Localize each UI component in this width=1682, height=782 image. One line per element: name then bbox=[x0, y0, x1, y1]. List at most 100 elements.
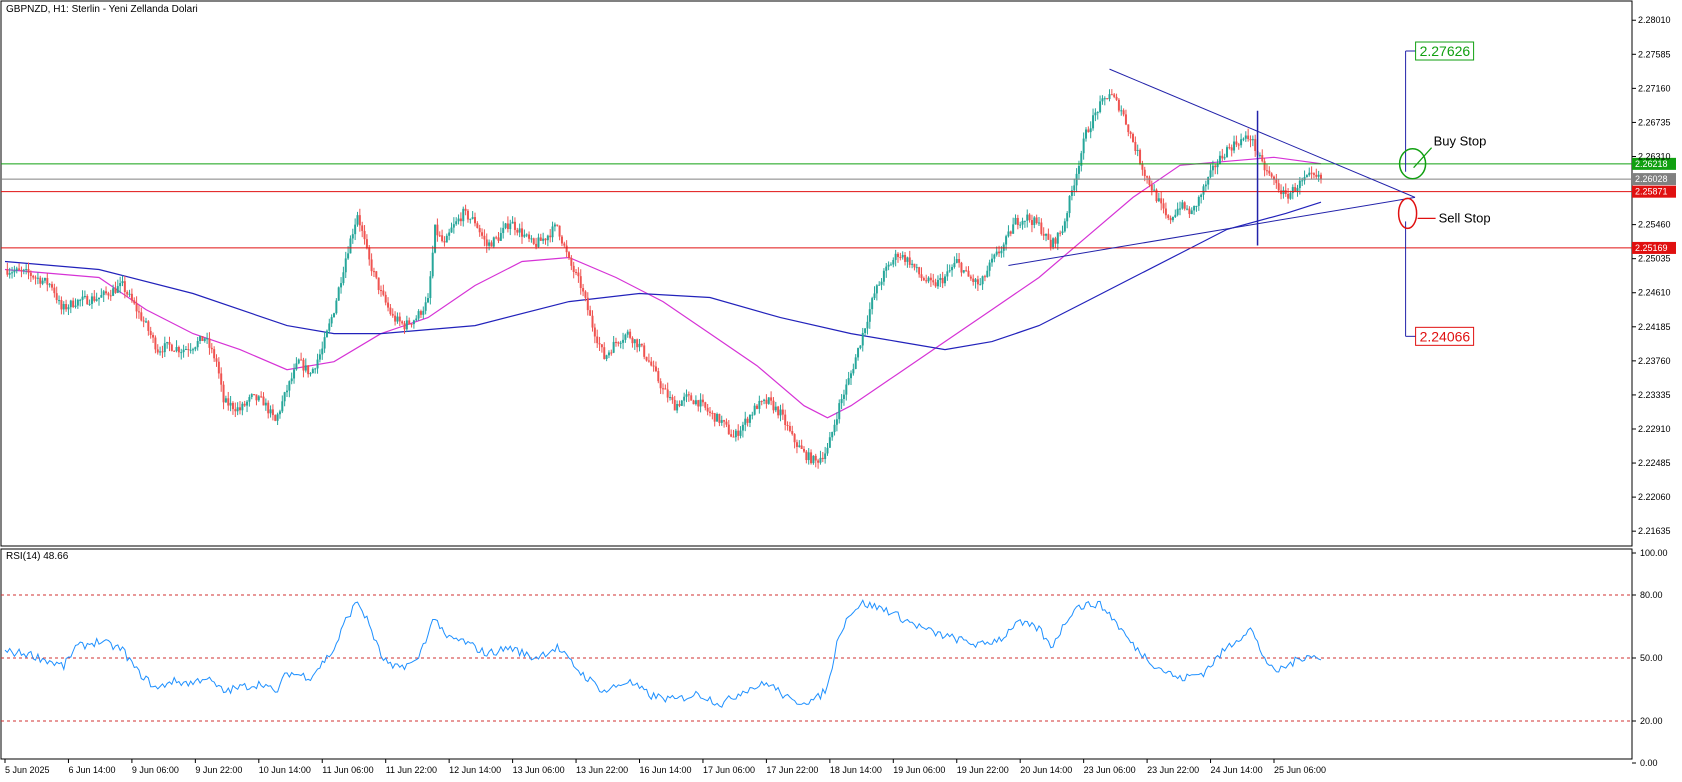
candle-body bbox=[309, 373, 312, 375]
candle-body bbox=[1268, 170, 1271, 174]
candle-body bbox=[152, 335, 155, 338]
candle-body bbox=[234, 409, 237, 412]
candle-body bbox=[1258, 155, 1261, 157]
candle-body bbox=[659, 381, 662, 389]
candle-body bbox=[1016, 217, 1019, 226]
rsi-tick-label: 50.00 bbox=[1640, 653, 1663, 663]
candle-body bbox=[485, 239, 488, 246]
candle-body bbox=[25, 269, 28, 271]
chart-window[interactable]: 2.26218 2.26028 2.25871 2.25169 2.27626 2.24… bbox=[0, 0, 1682, 777]
candle-body bbox=[967, 270, 970, 277]
price-chart-svg[interactable]: 2.262182.260282.258712.25169 2.276262.24… bbox=[0, 0, 1682, 777]
candle-body bbox=[217, 361, 220, 374]
candle-body bbox=[1120, 110, 1123, 112]
candle-body bbox=[993, 254, 996, 259]
candle-body bbox=[1094, 112, 1097, 116]
candle-body bbox=[22, 269, 25, 271]
candle-body bbox=[1141, 163, 1144, 170]
candle-body bbox=[262, 396, 265, 406]
candle-body bbox=[962, 270, 965, 273]
candle-body bbox=[1280, 190, 1283, 195]
candle-body bbox=[765, 399, 768, 404]
candle-body bbox=[41, 280, 44, 284]
candle-body bbox=[1263, 161, 1266, 171]
candle-body bbox=[283, 392, 286, 402]
candle-body bbox=[934, 282, 937, 287]
candle-body bbox=[629, 331, 632, 338]
candle-body bbox=[845, 384, 848, 395]
candle-body bbox=[156, 349, 159, 353]
candle-body bbox=[311, 369, 314, 374]
candle-body bbox=[13, 270, 16, 273]
candle-body bbox=[791, 431, 794, 435]
candle-body bbox=[709, 411, 711, 413]
candle-body bbox=[105, 291, 108, 294]
candle-body bbox=[831, 431, 834, 438]
candle-body bbox=[227, 398, 230, 406]
candle-body bbox=[654, 366, 657, 372]
candle-body bbox=[32, 275, 35, 278]
candle-body bbox=[607, 352, 610, 356]
candle-body bbox=[323, 337, 326, 349]
candle-body bbox=[1228, 147, 1231, 149]
x-tick-label: 9 Jun 22:00 bbox=[195, 765, 242, 775]
candle-body bbox=[43, 277, 46, 281]
candle-body bbox=[1195, 205, 1198, 207]
y-tick-label: 2.22485 bbox=[1638, 458, 1671, 468]
candle-body bbox=[638, 343, 641, 348]
candle-body bbox=[579, 276, 582, 289]
candle-body bbox=[955, 259, 958, 263]
candle-body bbox=[142, 320, 145, 322]
candle-body bbox=[1233, 141, 1236, 151]
candle-body bbox=[180, 352, 183, 354]
candle-body bbox=[584, 291, 587, 298]
candle-body bbox=[951, 267, 954, 271]
candle-body bbox=[770, 397, 773, 401]
candle-body bbox=[1139, 149, 1142, 164]
candle-body bbox=[546, 235, 549, 241]
candle-body bbox=[1028, 214, 1031, 221]
candle-body bbox=[941, 277, 944, 284]
candle-body bbox=[215, 358, 218, 362]
candle-body bbox=[109, 295, 112, 297]
candle-body bbox=[36, 277, 39, 279]
candle-body bbox=[304, 365, 307, 371]
candle-body bbox=[490, 242, 493, 247]
candle-body bbox=[220, 373, 223, 385]
candle-body bbox=[1066, 213, 1069, 222]
candle-body bbox=[624, 334, 627, 340]
candle-body bbox=[1186, 208, 1189, 210]
candle-body bbox=[795, 442, 798, 447]
candle-body bbox=[1014, 217, 1017, 225]
candle-body bbox=[112, 288, 115, 296]
x-tick-label: 23 Jun 06:00 bbox=[1084, 765, 1136, 775]
candle-body bbox=[589, 310, 592, 316]
candle-body bbox=[976, 279, 979, 285]
candle-body bbox=[915, 267, 918, 269]
candle-body bbox=[1167, 215, 1170, 219]
candle-body bbox=[748, 414, 751, 423]
candle-body bbox=[936, 279, 939, 287]
candle-body bbox=[177, 347, 180, 353]
candle-body bbox=[523, 234, 526, 237]
candle-body bbox=[495, 237, 498, 239]
candle-body bbox=[516, 229, 519, 233]
candle-body bbox=[882, 270, 885, 282]
candle-body bbox=[521, 228, 523, 237]
candle-body bbox=[427, 298, 429, 303]
candle-body bbox=[513, 221, 516, 230]
candle-body bbox=[960, 262, 963, 273]
candle-body bbox=[690, 395, 693, 401]
candle-body bbox=[286, 390, 288, 393]
candle-body bbox=[948, 270, 951, 272]
x-tick-label: 17 Jun 06:00 bbox=[703, 765, 755, 775]
candle-body bbox=[372, 271, 375, 273]
candle-body bbox=[558, 225, 561, 237]
candle-body bbox=[316, 359, 319, 369]
candle-body bbox=[69, 300, 72, 308]
candle-body bbox=[497, 237, 500, 241]
candle-body bbox=[321, 348, 324, 355]
candle-body bbox=[753, 405, 756, 415]
candle-body bbox=[128, 293, 131, 295]
candle-body bbox=[76, 299, 79, 306]
